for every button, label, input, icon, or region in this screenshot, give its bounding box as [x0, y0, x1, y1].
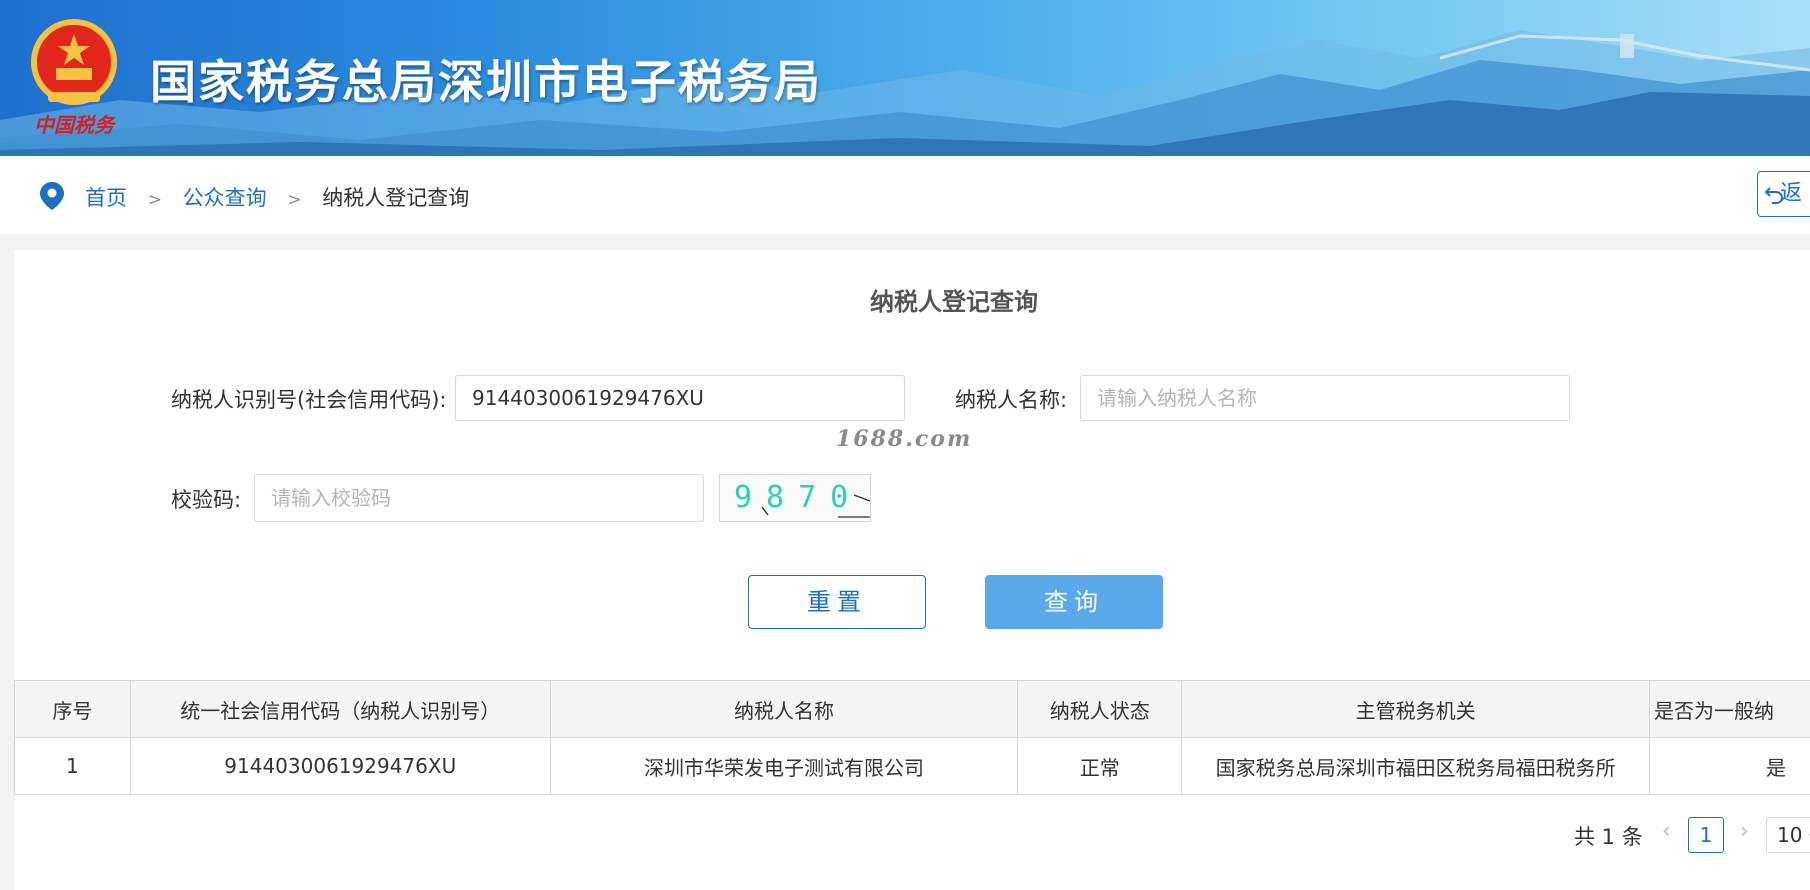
cell-index: 1 — [15, 738, 131, 795]
site-header: 中国税务 国家税务总局深圳市电子税务局 — [0, 0, 1810, 156]
watermark-text: 1688.com — [836, 426, 972, 452]
taxpayer-id-label: 纳税人识别号(社会信用代码): — [171, 384, 446, 414]
cell-credit-code: 9144030061929476XU — [130, 738, 550, 795]
national-emblem-icon: 中国税务 — [26, 14, 122, 138]
captcha-label: 校验码: — [171, 484, 241, 514]
cell-tax-authority: 国家税务总局深圳市福田区税务局福田税务所 — [1182, 738, 1650, 795]
breadcrumb-bar: 首页 > 公众查询 > 纳税人登记查询 返 — [0, 156, 1810, 234]
col-header-taxpayer-status: 纳税人状态 — [1018, 681, 1182, 738]
breadcrumb-separator: > — [148, 190, 162, 210]
site-title: 国家税务总局深圳市电子税务局 — [150, 46, 822, 112]
query-button[interactable]: 查询 — [985, 575, 1163, 629]
captcha-input[interactable] — [254, 474, 704, 522]
captcha-image[interactable]: 9870 — [719, 474, 871, 522]
cell-taxpayer-status: 正常 — [1018, 738, 1182, 795]
chevron-right-icon[interactable]: › — [1740, 819, 1749, 844]
reset-button[interactable]: 重置 — [748, 575, 926, 629]
emblem-text: 中国税务 — [34, 113, 117, 137]
table-row: 1 9144030061929476XU 深圳市华荣发电子测试有限公司 正常 国… — [15, 738, 1810, 795]
breadcrumb-current: 纳税人登记查询 — [322, 186, 469, 210]
panel-title: 纳税人登记查询 — [14, 282, 1810, 317]
cell-taxpayer-name: 深圳市华荣发电子测试有限公司 — [550, 738, 1018, 795]
captcha-text: 9870 — [734, 480, 862, 515]
query-panel: 纳税人登记查询 纳税人识别号(社会信用代码): 纳税人名称: 1688.com … — [14, 250, 1810, 890]
back-button[interactable]: 返 — [1757, 171, 1810, 217]
taxpayer-name-label: 纳税人名称: — [955, 384, 1067, 414]
chevron-left-icon[interactable]: ‹ — [1662, 819, 1671, 844]
col-header-index: 序号 — [15, 681, 131, 738]
return-arrow-icon — [1764, 185, 1784, 205]
results-table: 序号 统一社会信用代码（纳税人识别号） 纳税人名称 纳税人状态 主管税务机关 是… — [14, 680, 1810, 795]
col-header-tax-authority: 主管税务机关 — [1182, 681, 1650, 738]
col-header-credit-code: 统一社会信用代码（纳税人识别号） — [130, 681, 550, 738]
cell-general-taxpayer: 是 — [1650, 738, 1810, 795]
taxpayer-id-input[interactable] — [455, 375, 905, 421]
captcha-graphic: 9870 — [720, 475, 870, 521]
col-header-general-taxpayer: 是否为一般纳 — [1650, 681, 1810, 738]
total-count: 共 1 条 — [1574, 821, 1643, 851]
table-header-row: 序号 统一社会信用代码（纳税人识别号） 纳税人名称 纳税人状态 主管税务机关 是… — [15, 681, 1810, 738]
breadcrumb: 首页 > 公众查询 > 纳税人登记查询 — [85, 182, 469, 212]
page-number-1[interactable]: 1 — [1688, 817, 1724, 853]
breadcrumb-public-query[interactable]: 公众查询 — [183, 186, 267, 210]
location-pin-icon — [40, 182, 64, 210]
page-size-select[interactable]: 10 条 — [1766, 817, 1810, 853]
breadcrumb-home[interactable]: 首页 — [85, 186, 127, 210]
taxpayer-name-input[interactable] — [1080, 375, 1570, 421]
col-header-taxpayer-name: 纳税人名称 — [550, 681, 1018, 738]
breadcrumb-separator: > — [287, 190, 301, 210]
